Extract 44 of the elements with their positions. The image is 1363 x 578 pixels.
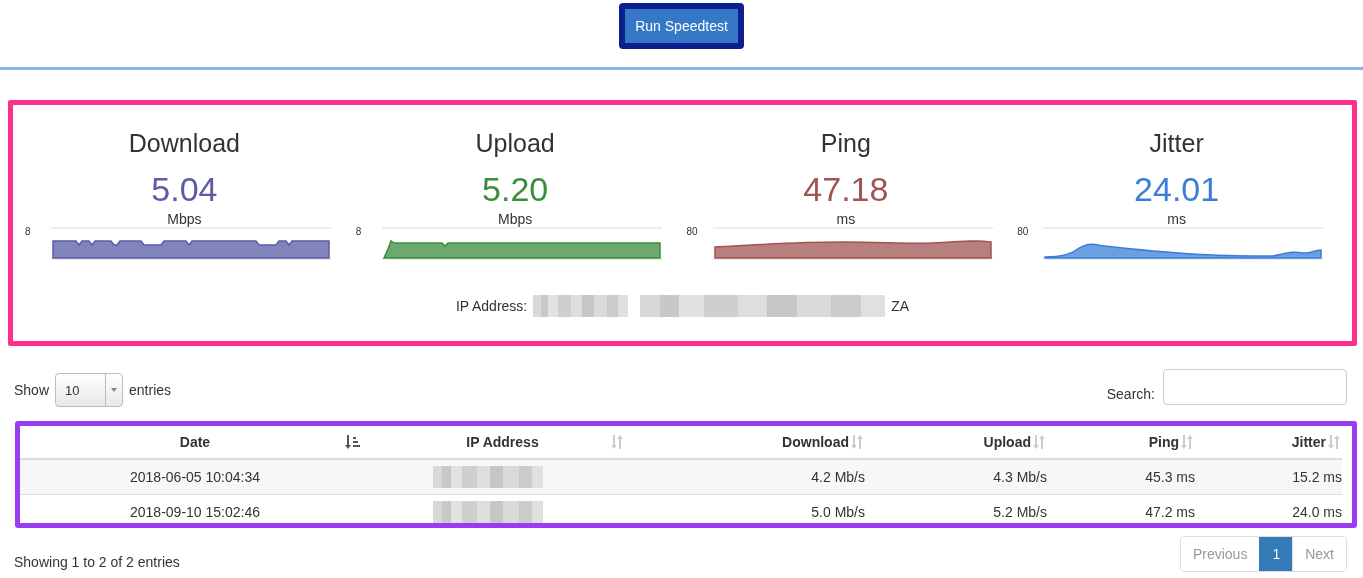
column-header[interactable]: Upload — [983, 434, 1031, 450]
download-cell-text: 5.0 Mb/s — [810, 504, 865, 520]
ip-address-label: IP Address: — [455, 298, 528, 314]
upload-cell-text: 5.2 Mb/s — [992, 504, 1047, 520]
date-cell-text: 2018-09-10 15:02:46 — [129, 504, 261, 520]
meter-value: 47.18 — [803, 171, 889, 207]
meter-value: 5.04 — [151, 171, 218, 207]
meter-unit: ms — [1167, 211, 1186, 227]
entries-info: Showing 1 to 2 of 2 entries — [14, 554, 180, 570]
meter-title: Ping — [820, 129, 871, 157]
run-speedtest-button[interactable]: Run Speedtest — [620, 4, 743, 48]
jitter-cell-text: 15.2 ms — [1291, 469, 1342, 485]
jitter-cell-text: 24.0 ms — [1291, 504, 1342, 520]
scale-label: 8 — [355, 226, 363, 238]
ping-cell-text: 47.2 ms — [1144, 504, 1195, 520]
show-label: Show — [14, 382, 50, 398]
scale-label: 80 — [686, 226, 699, 238]
entries-select[interactable]: 10 — [55, 373, 124, 407]
column-header[interactable]: Date — [179, 434, 211, 450]
entries-label: entries — [129, 382, 172, 398]
upload-cell-text: 4.3 Mb/s — [992, 469, 1047, 485]
column-header[interactable]: Jitter — [1291, 434, 1326, 450]
date-cell-text: 2018-06-05 10:04:34 — [129, 469, 261, 485]
country-code: ZA — [891, 298, 910, 314]
column-header[interactable]: Download — [782, 434, 849, 450]
caret-icon — [111, 388, 118, 392]
meter-unit: ms — [836, 211, 856, 227]
meter-title: Jitter — [1149, 129, 1204, 157]
download-cell-text: 4.2 Mb/s — [810, 469, 865, 485]
page-link[interactable]: 1 — [1259, 537, 1293, 571]
meter-title: Upload — [475, 129, 555, 157]
meter-value: 24.01 — [1134, 171, 1220, 207]
column-header[interactable]: Ping — [1148, 434, 1179, 450]
sort-icon[interactable] — [344, 434, 360, 450]
meter-unit: Mbps — [167, 211, 202, 227]
search-label: Search: — [1106, 386, 1155, 402]
search-field[interactable] — [1163, 369, 1347, 405]
ping-cell-text: 45.3 ms — [1144, 469, 1195, 485]
meter-value: 5.20 — [482, 171, 549, 207]
column-header[interactable]: IP Address — [466, 434, 539, 450]
meter-unit: Mbps — [498, 211, 533, 227]
scale-label: 80 — [1017, 226, 1030, 238]
meter-title: Download — [128, 129, 240, 157]
scale-label: 8 — [25, 226, 32, 238]
